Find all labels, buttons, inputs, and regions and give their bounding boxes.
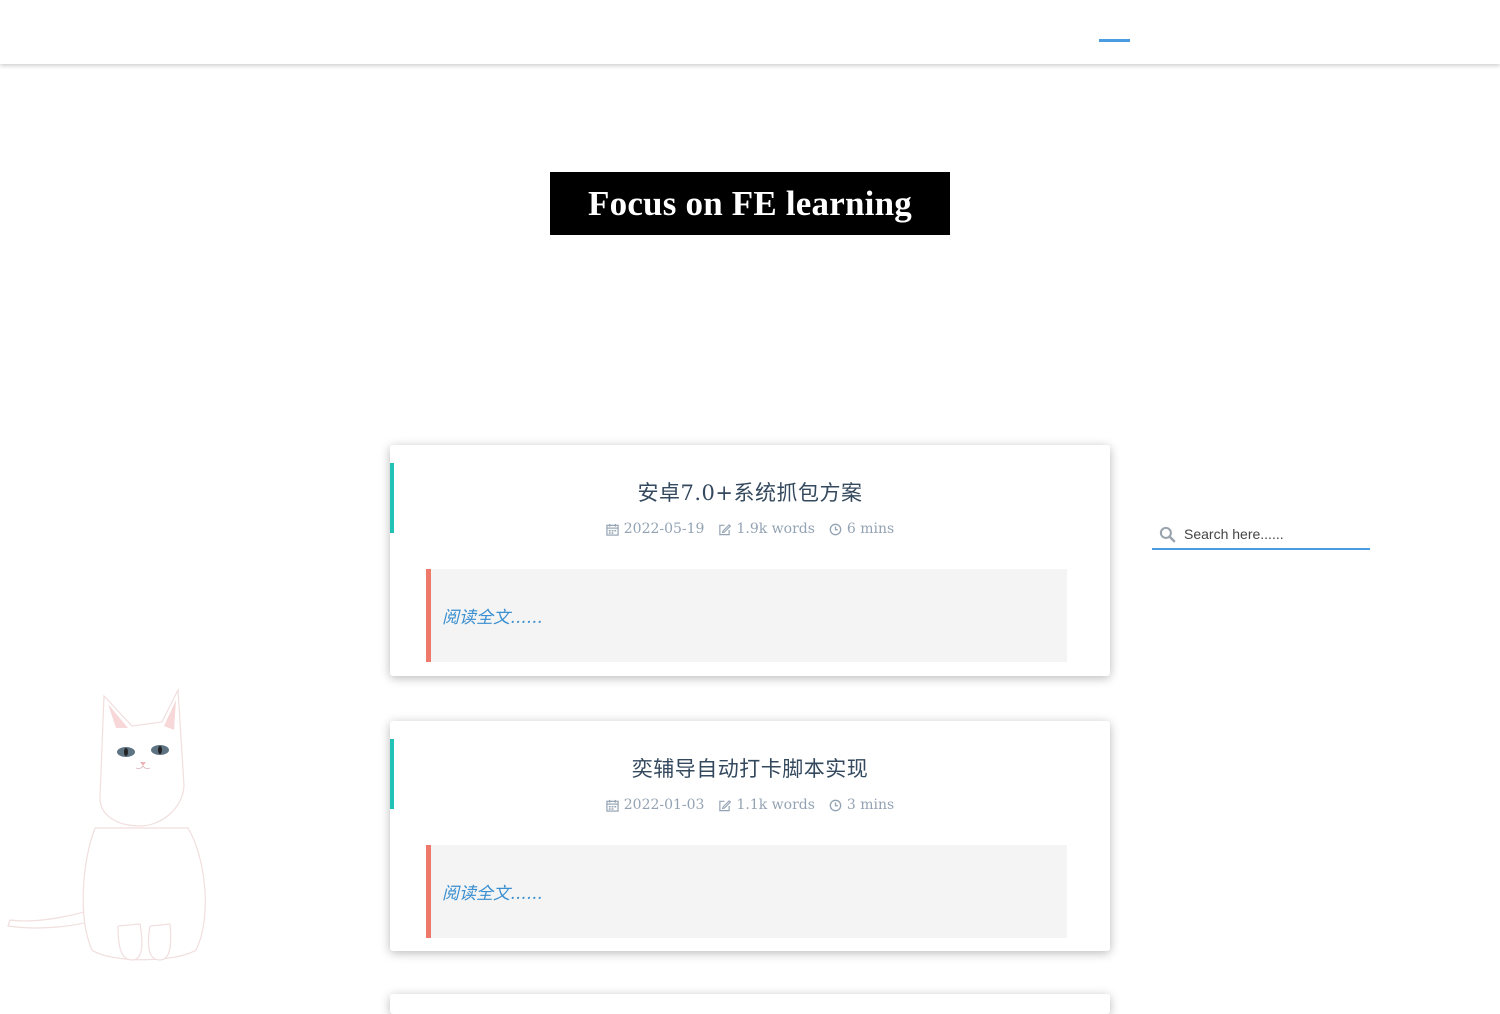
search-icon[interactable] bbox=[1159, 526, 1176, 543]
post-words: 1.1k words bbox=[718, 797, 815, 813]
edit-icon bbox=[719, 523, 732, 535]
edit-icon bbox=[719, 799, 732, 811]
post-words-text: 1.1k words bbox=[736, 797, 815, 813]
post-date: 2022-01-03 bbox=[606, 797, 705, 813]
post-title[interactable]: 安卓7.0+系统抓包方案 bbox=[390, 477, 1110, 507]
top-navbar bbox=[0, 0, 1500, 64]
post-read-time: 6 mins bbox=[829, 521, 894, 537]
calendar-icon bbox=[606, 799, 619, 812]
post-excerpt: 阅读全文...... bbox=[426, 569, 1067, 662]
cat-mascot-image bbox=[7, 688, 206, 961]
post-date: 2022-05-19 bbox=[606, 521, 705, 537]
post-date-text: 2022-05-19 bbox=[623, 521, 705, 537]
nav-active-indicator bbox=[1099, 39, 1130, 42]
post-card: 奕辅导自动打卡脚本实现 2022-01-03 1.1k words 3 mins… bbox=[390, 721, 1110, 951]
search-box bbox=[1152, 520, 1370, 550]
read-more-link[interactable]: 阅读全文...... bbox=[442, 879, 542, 904]
post-title[interactable]: 奕辅导自动打卡脚本实现 bbox=[390, 753, 1110, 783]
post-read-time-text: 6 mins bbox=[846, 521, 895, 537]
post-card: 安卓7.0+系统抓包方案 2022-05-19 1.9k words 6 min… bbox=[390, 445, 1110, 676]
search-input[interactable] bbox=[1184, 522, 1364, 546]
clock-icon bbox=[829, 799, 842, 811]
post-card-partial bbox=[390, 994, 1110, 1014]
post-words: 1.9k words bbox=[718, 521, 815, 537]
calendar-icon bbox=[606, 523, 619, 536]
read-more-link[interactable]: 阅读全文...... bbox=[442, 603, 542, 628]
post-meta: 2022-05-19 1.9k words 6 mins bbox=[390, 521, 1110, 537]
post-words-text: 1.9k words bbox=[736, 521, 815, 537]
clock-icon bbox=[829, 523, 842, 535]
post-date-text: 2022-01-03 bbox=[623, 797, 705, 813]
post-meta: 2022-01-03 1.1k words 3 mins bbox=[390, 797, 1110, 813]
post-excerpt: 阅读全文...... bbox=[426, 845, 1067, 938]
hero-title: Focus on FE learning bbox=[550, 172, 950, 235]
post-read-time-text: 3 mins bbox=[846, 797, 895, 813]
post-read-time: 3 mins bbox=[829, 797, 894, 813]
